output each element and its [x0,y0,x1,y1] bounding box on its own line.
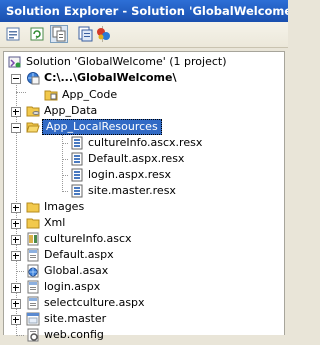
tree-item-app-code[interactable]: App_Code [4,87,284,103]
tree-line [62,159,68,160]
resource-file-icon [70,136,84,150]
res-login-label: login.aspx.resx [88,168,172,181]
view-code-icon[interactable] [76,25,94,43]
tree-item-res-culture[interactable]: cultureInfo.ascx.resx [4,135,284,151]
folder-icon [44,88,58,102]
expand-icon[interactable] [11,203,21,213]
solution-label: Solution 'GlobalWelcome' (1 project) [26,55,227,68]
toolbar [0,22,288,48]
tree-line [62,143,68,144]
config-file-icon [26,328,40,342]
expand-icon[interactable] [11,219,21,229]
tree-item-res-default[interactable]: Default.aspx.resx [4,151,284,167]
global-label: Global.asax [44,264,109,277]
tree-item-res-login[interactable]: login.aspx.resx [4,167,284,183]
master-page-icon [26,312,40,326]
properties-icon[interactable] [4,25,22,43]
user-control-icon [26,232,40,246]
res-default-label: Default.aspx.resx [88,152,185,165]
collapse-icon[interactable] [11,74,21,84]
global-asax-icon [26,264,40,278]
tree-item-selectculture[interactable]: selectculture.aspx [4,295,284,311]
solution-explorer-window: Solution Explorer - Solution 'GlobalWelc… [0,0,288,342]
class-view-icon[interactable] [94,25,112,43]
web-form-icon [26,248,40,262]
culture-info-label: cultureInfo.ascx [44,232,132,245]
sitemaster-label: site.master [44,312,107,325]
expand-icon[interactable] [11,315,21,325]
tree-item-images[interactable]: Images [4,199,284,215]
expand-icon[interactable] [11,283,21,293]
solution-icon [8,55,22,69]
tree-line [62,191,68,192]
app-data-label: App_Data [44,104,98,117]
res-site-label: site.master.resx [88,184,176,197]
webconfig-label: web.config [44,328,104,341]
folder-icon [26,200,40,214]
app-local-resources-label: App_LocalResources [42,119,162,135]
solution-tree: Solution 'GlobalWelcome' (1 project) C:\… [3,51,285,342]
tree-line [16,271,24,272]
web-form-icon [26,280,40,294]
tree-item-culture-info[interactable]: cultureInfo.ascx [4,231,284,247]
resource-file-icon [70,168,84,182]
tree-item-login[interactable]: login.aspx [4,279,284,295]
app-code-label: App_Code [62,88,118,101]
tree-item-app-local-resources[interactable]: App_LocalResources [4,119,284,135]
resource-file-icon [70,152,84,166]
tree-item-xml[interactable]: Xml [4,215,284,231]
folder-icon [26,216,40,230]
collapse-icon[interactable] [11,123,21,133]
tree-item-webconfig[interactable]: web.config [4,327,284,343]
tree-line [62,175,68,176]
open-folder-icon [26,120,40,134]
refresh-icon[interactable] [28,25,46,43]
project-label: C:\...\GlobalWelcome\ [44,71,177,84]
tree-item-global[interactable]: Global.asax [4,263,284,279]
tree-item-default[interactable]: Default.aspx [4,247,284,263]
tree-line [16,335,24,336]
expand-icon[interactable] [11,251,21,261]
login-label: login.aspx [44,280,101,293]
folder-icon [26,104,40,118]
expand-icon[interactable] [11,299,21,309]
default-label: Default.aspx [44,248,114,261]
resource-file-icon [70,184,84,198]
show-all-files-icon[interactable] [50,25,68,43]
expand-icon[interactable] [11,235,21,245]
window-title: Solution Explorer - Solution 'GlobalWelc… [0,0,288,22]
tree-item-res-site[interactable]: site.master.resx [4,183,284,199]
tree-item-sitemaster[interactable]: site.master [4,311,284,327]
web-project-icon [26,71,40,85]
images-label: Images [44,200,85,213]
xml-label: Xml [44,216,66,229]
tree-item-solution[interactable]: Solution 'GlobalWelcome' (1 project) [4,54,284,70]
res-culture-label: cultureInfo.ascx.resx [88,136,203,149]
selectculture-label: selectculture.aspx [44,296,145,309]
tree-item-project[interactable]: C:\...\GlobalWelcome\ [4,70,284,86]
tree-item-app-data[interactable]: App_Data [4,103,284,119]
expand-icon[interactable] [11,107,21,117]
web-form-icon [26,296,40,310]
